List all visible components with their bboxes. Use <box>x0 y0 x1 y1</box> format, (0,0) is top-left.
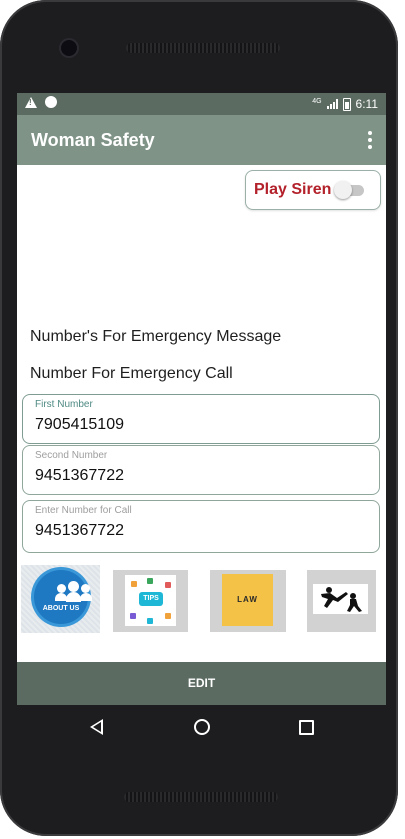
about-us-tile[interactable]: ABOUT US <box>21 565 100 633</box>
first-number-field[interactable]: First Number 7905415109 <box>22 394 380 444</box>
law-image: LAW <box>222 574 273 626</box>
switch-thumb <box>334 181 352 199</box>
tips-label: TIPS <box>139 592 163 606</box>
second-number-hint: Second Number <box>35 450 108 461</box>
emergency-message-heading: Number's For Emergency Message <box>30 328 282 345</box>
phone-frame: 4G 6:11 Woman Safety Play Siren Number's… <box>0 0 398 836</box>
home-icon[interactable] <box>194 719 210 735</box>
first-number-value: 7905415109 <box>35 416 124 433</box>
call-number-hint: Enter Number for Call <box>35 505 132 516</box>
play-siren-label: Play Siren <box>254 181 332 198</box>
about-us-icon: ABOUT US <box>34 570 92 624</box>
martial-arts-icon <box>313 584 368 614</box>
play-siren-switch[interactable] <box>334 181 364 199</box>
notification-dot-icon <box>45 96 57 108</box>
people-icon <box>53 581 93 602</box>
screen: 4G 6:11 Woman Safety Play Siren Number's… <box>17 93 386 747</box>
network-type: 4G <box>312 97 322 105</box>
law-label: LAW <box>237 595 258 604</box>
more-vert-icon[interactable] <box>368 131 372 149</box>
call-number-field[interactable]: Enter Number for Call 9451367722 <box>22 500 380 553</box>
emergency-call-heading: Number For Emergency Call <box>30 365 233 382</box>
front-camera <box>61 40 77 56</box>
first-number-hint: First Number <box>35 399 93 410</box>
self-defense-tile[interactable] <box>307 570 376 632</box>
recent-apps-icon[interactable] <box>299 720 314 735</box>
second-number-value: 9451367722 <box>35 467 124 484</box>
tips-tile[interactable]: TIPS <box>113 570 188 632</box>
earpiece-speaker <box>126 43 280 53</box>
call-number-value: 9451367722 <box>35 522 124 539</box>
edit-button[interactable]: EDIT <box>17 662 386 705</box>
status-bar: 4G 6:11 <box>17 93 386 115</box>
second-number-field[interactable]: Second Number 9451367722 <box>22 445 380 495</box>
signal-icon <box>326 99 338 109</box>
app-bar: Woman Safety <box>17 115 386 165</box>
play-siren-card: Play Siren <box>245 170 381 210</box>
warning-icon <box>25 96 37 108</box>
tips-image: TIPS <box>125 575 176 626</box>
bottom-speaker <box>124 792 278 802</box>
law-tile[interactable]: LAW <box>210 570 286 632</box>
about-us-label: ABOUT US <box>42 605 80 612</box>
app-title: Woman Safety <box>31 130 155 150</box>
battery-icon <box>342 97 351 111</box>
back-icon[interactable] <box>90 719 103 735</box>
clock: 6:11 <box>355 97 378 111</box>
navigation-bar <box>17 705 386 747</box>
